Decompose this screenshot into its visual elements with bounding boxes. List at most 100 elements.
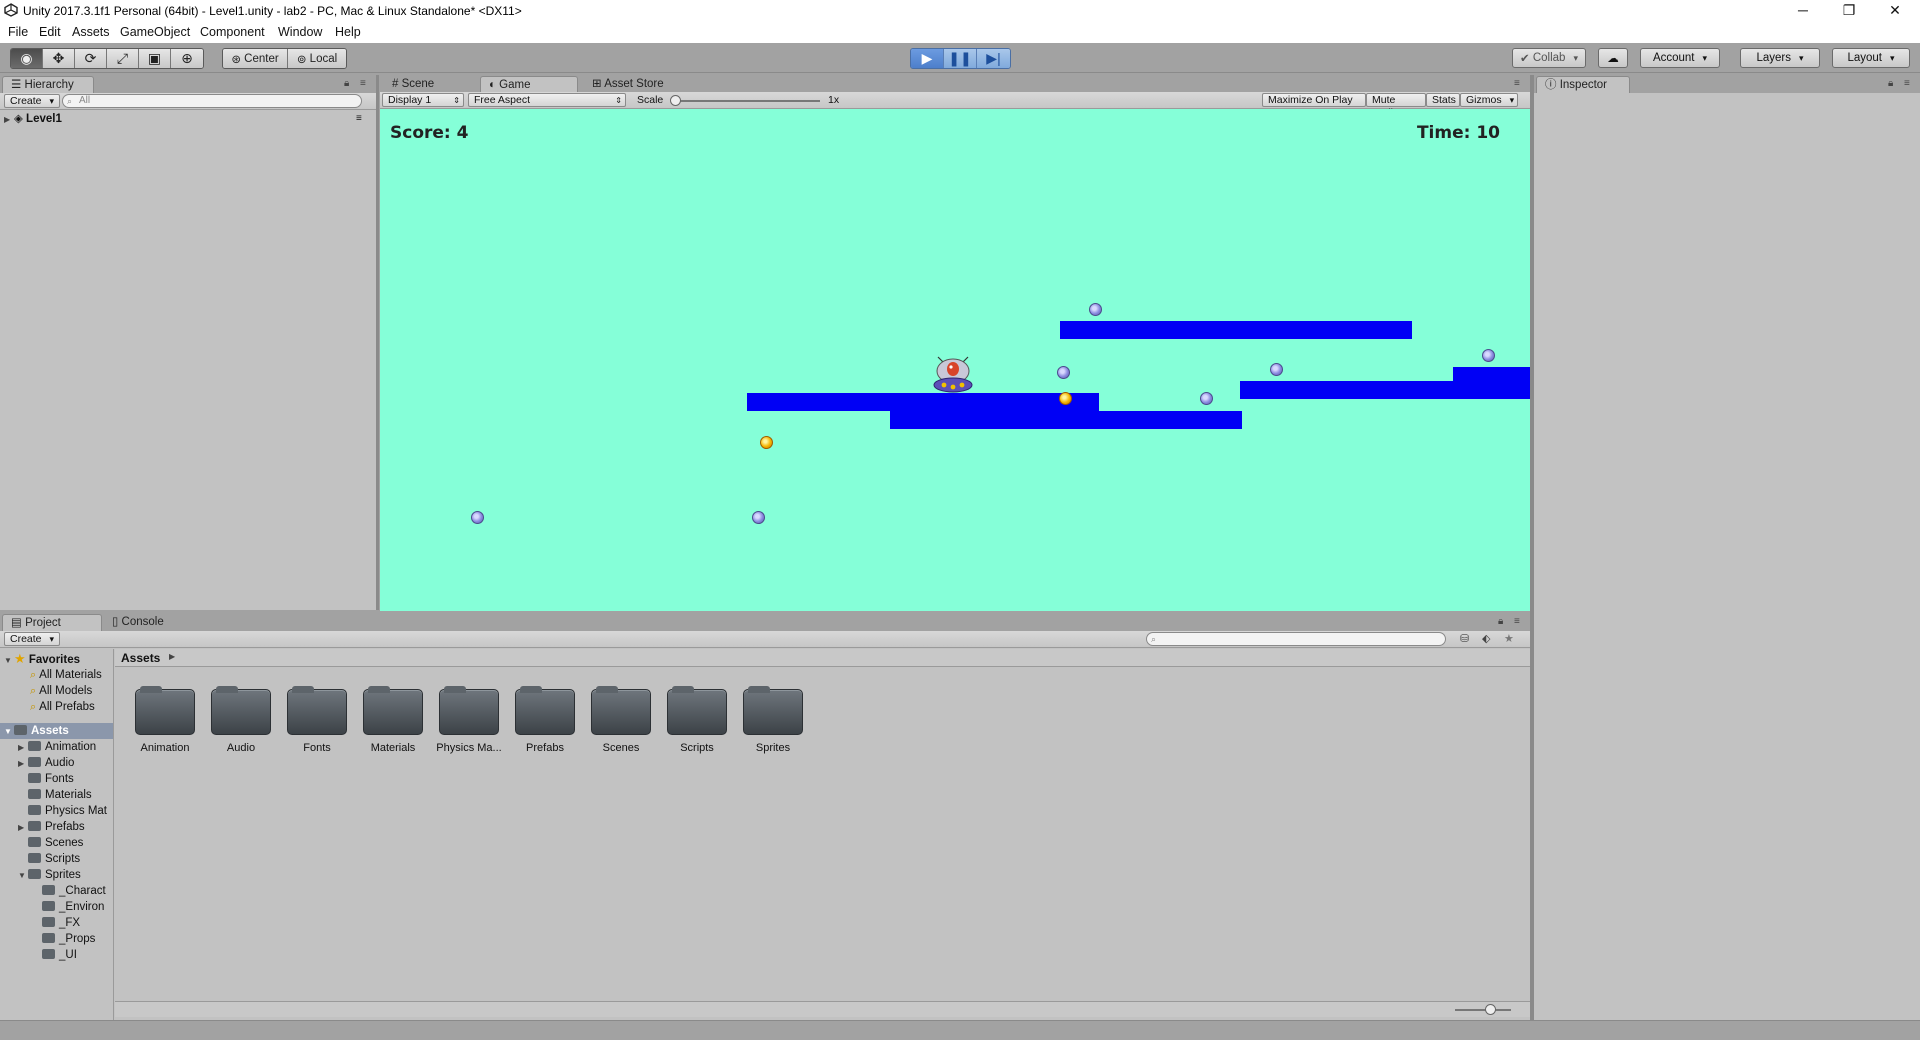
breadcrumb-assets[interactable]: Assets <box>121 651 160 665</box>
folder-label[interactable]: Scenes <box>581 742 661 754</box>
pivot-center-button[interactable]: ⊛ Center <box>223 49 288 68</box>
lock-icon[interactable]: 🔒︎ <box>1498 616 1503 627</box>
minimize-button[interactable]: ─ <box>1780 0 1826 22</box>
layers-dropdown[interactable]: Layers <box>1740 48 1820 68</box>
scale-tool-icon[interactable]: ⤢ <box>107 49 139 68</box>
account-dropdown[interactable]: Account <box>1640 48 1720 68</box>
folder-icon[interactable] <box>667 686 727 735</box>
folder-label[interactable]: Scripts <box>657 742 737 754</box>
panel-splitter[interactable] <box>376 75 379 610</box>
folder-label[interactable]: Animation <box>125 742 205 754</box>
tree-subfolder[interactable]: _Charact <box>42 883 106 899</box>
tree-subfolder[interactable]: _FX <box>42 915 80 931</box>
cloud-button[interactable]: ☁ <box>1598 48 1628 68</box>
menu-assets[interactable]: Assets <box>72 25 110 39</box>
tree-folder[interactable]: ▼ Sprites <box>18 867 81 883</box>
play-button[interactable]: ▶ <box>911 49 944 68</box>
lock-icon[interactable]: 🔒︎ <box>344 78 349 89</box>
folder-label[interactable]: Prefabs <box>505 742 585 754</box>
panel-menu-icon[interactable]: ≡ <box>1514 616 1520 627</box>
pause-button[interactable]: ❚❚ <box>944 49 977 68</box>
favorite-all-models[interactable]: ⌕ All Models <box>30 683 92 699</box>
menu-help[interactable]: Help <box>335 25 361 39</box>
scene-row[interactable]: ▶ ◈ Level1 ≡ <box>4 111 374 127</box>
maximize-on-play-toggle[interactable]: Maximize On Play <box>1262 93 1366 107</box>
project-create-button[interactable]: Create <box>4 632 61 646</box>
pivot-local-button[interactable]: ⊚ Local <box>288 49 346 68</box>
tree-folder[interactable]: ▶ Prefabs <box>18 819 85 835</box>
project-search-input[interactable]: ⌕ <box>1146 632 1446 646</box>
folder-label[interactable]: Fonts <box>277 742 357 754</box>
favorite-all-materials[interactable]: ⌕ All Materials <box>30 667 102 683</box>
expand-arrow-icon[interactable]: ▼ <box>4 724 14 740</box>
folder-icon[interactable] <box>515 686 575 735</box>
assets-root-row[interactable]: ▼ Assets <box>0 723 113 740</box>
hierarchy-create-button[interactable]: Create <box>4 94 61 108</box>
tree-folder[interactable]: ▶ Animation <box>18 739 96 755</box>
menu-file[interactable]: File <box>8 25 28 39</box>
favorites-row[interactable]: ▼ ★ Favorites <box>0 651 80 667</box>
favorite-all-prefabs[interactable]: ⌕ All Prefabs <box>30 699 95 715</box>
tree-folder[interactable]: Physics Mat <box>18 803 107 819</box>
restore-button[interactable]: ❐ <box>1826 0 1872 22</box>
collab-dropdown[interactable]: ✔ Collab <box>1512 48 1586 68</box>
tree-folder[interactable]: Scenes <box>18 835 83 851</box>
aspect-dropdown[interactable]: Free Aspect ⇕ <box>468 93 626 107</box>
step-button[interactable]: ▶| <box>977 49 1010 68</box>
tab-game[interactable]: ◐ Game <box>480 76 578 93</box>
folder-label[interactable]: Materials <box>353 742 433 754</box>
tab-console[interactable]: ▯ Console <box>104 614 184 631</box>
move-tool-icon[interactable]: ✥ <box>43 49 75 68</box>
folder-icon[interactable] <box>743 686 803 735</box>
stats-toggle[interactable]: Stats <box>1426 93 1460 107</box>
folder-icon[interactable] <box>211 686 271 735</box>
menu-edit[interactable]: Edit <box>39 25 61 39</box>
folder-icon[interactable] <box>135 686 195 735</box>
folder-label[interactable]: Physics Ma... <box>429 742 509 754</box>
panel-menu-icon[interactable]: ≡ <box>1904 78 1910 89</box>
icon-size-slider-thumb[interactable] <box>1485 1004 1496 1015</box>
icon-size-slider-track[interactable] <box>1455 1009 1511 1011</box>
filter-type-icon[interactable]: ⛁ <box>1460 632 1469 645</box>
tree-folder[interactable]: Fonts <box>18 771 74 787</box>
tree-subfolder[interactable]: _Environ <box>42 899 104 915</box>
expand-arrow-icon[interactable]: ▶ <box>4 112 14 128</box>
folder-label[interactable]: Audio <box>201 742 281 754</box>
scale-slider-thumb[interactable] <box>670 95 681 106</box>
close-button[interactable]: ✕ <box>1872 0 1918 22</box>
expand-arrow-icon[interactable]: ▶ <box>18 756 28 772</box>
tree-subfolder[interactable]: _UI <box>42 947 77 963</box>
favorite-star-icon[interactable]: ★ <box>1504 632 1514 645</box>
hierarchy-search-input[interactable]: ⌕ All <box>62 94 362 108</box>
tree-subfolder[interactable]: _Props <box>42 931 95 947</box>
scene-menu-icon[interactable]: ≡ <box>356 111 362 127</box>
view-tool-eye-icon[interactable]: ◉ <box>11 49 43 68</box>
tab-hierarchy[interactable]: ☰ Hierarchy <box>2 76 94 93</box>
expand-arrow-icon[interactable]: ▶ <box>18 740 28 756</box>
rect-tool-icon[interactable]: ▣ <box>139 49 171 68</box>
tab-project[interactable]: ▤ Project <box>2 614 102 631</box>
gizmos-dropdown[interactable]: Gizmos <box>1460 93 1518 107</box>
game-view-canvas[interactable]: Score: 4 Time: 10 <box>380 109 1530 611</box>
layout-dropdown[interactable]: Layout <box>1832 48 1910 68</box>
tree-folder[interactable]: Materials <box>18 787 92 803</box>
transform-tool-icon[interactable]: ⊕ <box>171 49 203 68</box>
menu-gameobject[interactable]: GameObject <box>120 25 190 39</box>
folder-icon[interactable] <box>591 686 651 735</box>
scale-slider-track[interactable] <box>672 100 820 102</box>
panel-menu-icon[interactable]: ≡ <box>1514 78 1520 89</box>
tab-scene[interactable]: # Scene <box>384 76 470 93</box>
lock-icon[interactable]: 🔒︎ <box>1888 78 1893 89</box>
menu-window[interactable]: Window <box>278 25 322 39</box>
mute-audio-toggle[interactable]: Mute Audio <box>1366 93 1426 119</box>
filter-label-icon[interactable]: ⬖ <box>1482 632 1490 645</box>
folder-icon[interactable] <box>287 686 347 735</box>
folder-label[interactable]: Sprites <box>733 742 813 754</box>
tree-folder[interactable]: Scripts <box>18 851 80 867</box>
menu-component[interactable]: Component <box>200 25 265 39</box>
tree-folder[interactable]: ▶ Audio <box>18 755 74 771</box>
expand-arrow-icon[interactable]: ▼ <box>18 868 28 884</box>
folder-icon[interactable] <box>439 686 499 735</box>
rotate-tool-icon[interactable]: ⟳ <box>75 49 107 68</box>
folder-icon[interactable] <box>363 686 423 735</box>
